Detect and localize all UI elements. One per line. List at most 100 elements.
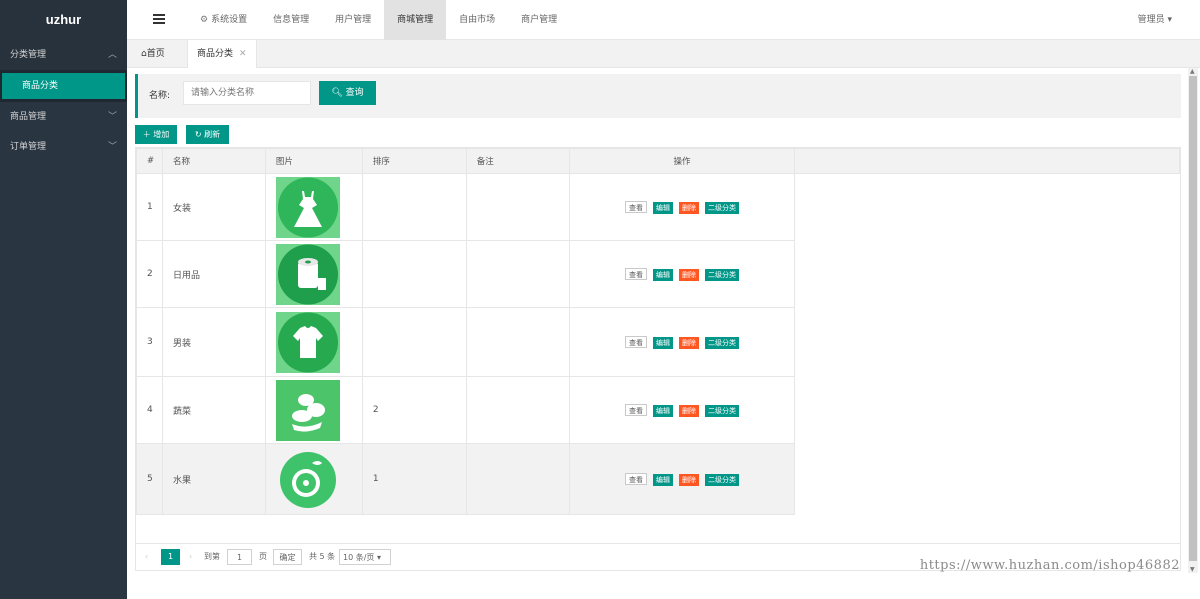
col-header-name: 名称 [161,148,266,174]
view-button[interactable]: 查看 [625,472,647,485]
subcategory-button[interactable]: 二级分类 [705,268,739,281]
topnav-item-info[interactable]: 信息管理 [260,0,322,40]
cell-note [465,173,570,241]
cell-image [264,240,363,308]
admin-menu[interactable]: 管理员 ▾ [1138,0,1172,40]
table-row: 1 女装 查看 编辑 删除 二级分类 [136,173,1180,241]
col-header-index: # [136,148,163,174]
delete-button[interactable]: 删除 [679,404,699,417]
menu-toggle-icon[interactable] [153,14,165,26]
cell-filler [795,241,1180,308]
refresh-icon: ↻ [194,130,202,139]
view-button[interactable]: 查看 [625,335,647,348]
search-input[interactable] [183,81,311,105]
goto-confirm-button[interactable]: 确定 [273,549,302,565]
search-button[interactable]: 🔍︎ 查询 [319,81,376,105]
sidebar-group-label: 商品管理 [10,112,47,122]
add-button[interactable]: ＋ 增加 [135,125,177,144]
dress-icon [275,176,340,238]
sidebar-group-order[interactable]: 订单管理 ﹀ [0,132,127,162]
subcategory-button[interactable]: 二级分类 [705,201,739,214]
page-size-select[interactable]: 10 条/页 ▾ [339,549,391,565]
topnav-item-merchants[interactable]: 商户管理 [508,0,570,40]
watermark: https://www.huzhan.com/ishop46882 [919,558,1180,573]
table-row: 4 蔬菜 2 查看 编辑 删除 二级分类 [136,376,1180,444]
sidebar-group-product[interactable]: 商品管理 ﹀ [0,102,127,132]
table-row: 5 水果 1 查看 编辑 删除 二级分类 [136,443,1180,515]
cell-actions: 查看 编辑 删除 二级分类 [568,240,796,308]
cell-image [264,443,363,515]
cell-sort [361,240,467,308]
topnav-item-mall[interactable]: 商城管理 [384,0,447,40]
scroll-up-icon[interactable]: ▲ [1190,68,1195,75]
delete-button[interactable]: 删除 [679,201,699,214]
page-unit: 页 [259,552,267,561]
delete-button[interactable]: 删除 [679,336,699,349]
subcategory-button[interactable]: 二级分类 [705,336,739,349]
sidebar-item-product-category[interactable]: 商品分类 [2,73,125,99]
view-button[interactable]: 查看 [625,403,647,416]
top-header: ⚙ 系统设置 信息管理 用户管理 商城管理 自由市场 商户管理 管理员 ▾ [127,0,1200,40]
close-icon[interactable]: ✕ [239,49,247,59]
cell-sort [361,173,467,241]
cell-index: 5 [136,443,163,515]
cell-filler [795,174,1180,241]
next-page-icon[interactable]: › [189,549,192,565]
edit-button[interactable]: 编辑 [653,201,673,214]
sidebar-group-category[interactable]: 分类管理 ︿ [0,40,127,70]
sidebar-group-label: 订单管理 [10,142,47,152]
edit-button[interactable]: 编辑 [653,268,673,281]
prev-page-icon[interactable]: ‹ [145,549,148,565]
topnav-item-market[interactable]: 自由市场 [446,0,508,40]
cell-note [465,307,570,377]
cell-filler [794,443,1180,515]
cell-actions: 查看 编辑 删除 二级分类 [568,443,796,515]
col-header-note: 备注 [465,148,570,174]
delete-button[interactable]: 删除 [679,473,699,486]
tab-bar: ⌂首页 商品分类 ✕ [127,40,1200,68]
cell-actions: 查看 编辑 删除 二级分类 [568,376,796,444]
edit-button[interactable]: 编辑 [653,404,673,417]
fruit-icon [276,449,340,510]
cell-index: 2 [136,240,163,308]
cell-image [264,307,363,377]
refresh-button[interactable]: ↻ 刷新 [186,125,229,144]
tab-product-category[interactable]: 商品分类 ✕ [187,40,257,68]
sidebar-group-label: 分类管理 [10,50,47,60]
subcategory-button[interactable]: 二级分类 [705,404,739,417]
toilet-roll-icon [275,243,340,305]
cell-index: 3 [136,307,163,377]
sidebar-submenu: 商品分类 [0,70,127,102]
goto-label: 到第 [204,552,220,561]
col-header-actions: 操作 [568,148,796,174]
topnav-item-users[interactable]: 用户管理 [322,0,384,40]
col-header-filler [794,148,1180,174]
scrollbar-thumb[interactable] [1189,76,1197,561]
caret-down-icon: ▾ [376,553,381,562]
top-nav: ⚙ 系统设置 信息管理 用户管理 商城管理 自由市场 商户管理 [187,0,570,40]
scrollbar[interactable]: ▲ ▼ [1188,68,1198,573]
cell-name: 男装 [161,307,266,377]
delete-button[interactable]: 删除 [679,268,699,281]
page-current[interactable]: 1 [161,549,180,565]
goto-page-input[interactable]: 1 [227,549,252,565]
edit-button[interactable]: 编辑 [653,473,673,486]
edit-button[interactable]: 编辑 [653,336,673,349]
cell-actions: 查看 编辑 删除 二级分类 [568,173,796,241]
view-button[interactable]: 查看 [625,200,647,213]
table-row: 2 日用品 查看 编辑 删除 二级分类 [136,240,1180,308]
view-button[interactable]: 查看 [625,267,647,280]
caret-down-icon: ▾ [1167,15,1172,25]
cell-filler [795,308,1180,377]
cell-note [465,376,570,444]
cell-sort [361,307,467,377]
cell-filler [795,377,1180,444]
cell-index: 1 [136,173,163,241]
tab-home[interactable]: ⌂首页 [141,40,165,68]
subcategory-button[interactable]: 二级分类 [705,473,739,486]
scroll-down-icon[interactable]: ▼ [1190,566,1195,573]
topnav-item-system[interactable]: ⚙ 系统设置 [187,0,260,40]
cell-name: 蔬菜 [161,376,266,444]
chevron-down-icon: ﹀ [107,112,117,122]
cell-sort: 2 [361,376,467,444]
